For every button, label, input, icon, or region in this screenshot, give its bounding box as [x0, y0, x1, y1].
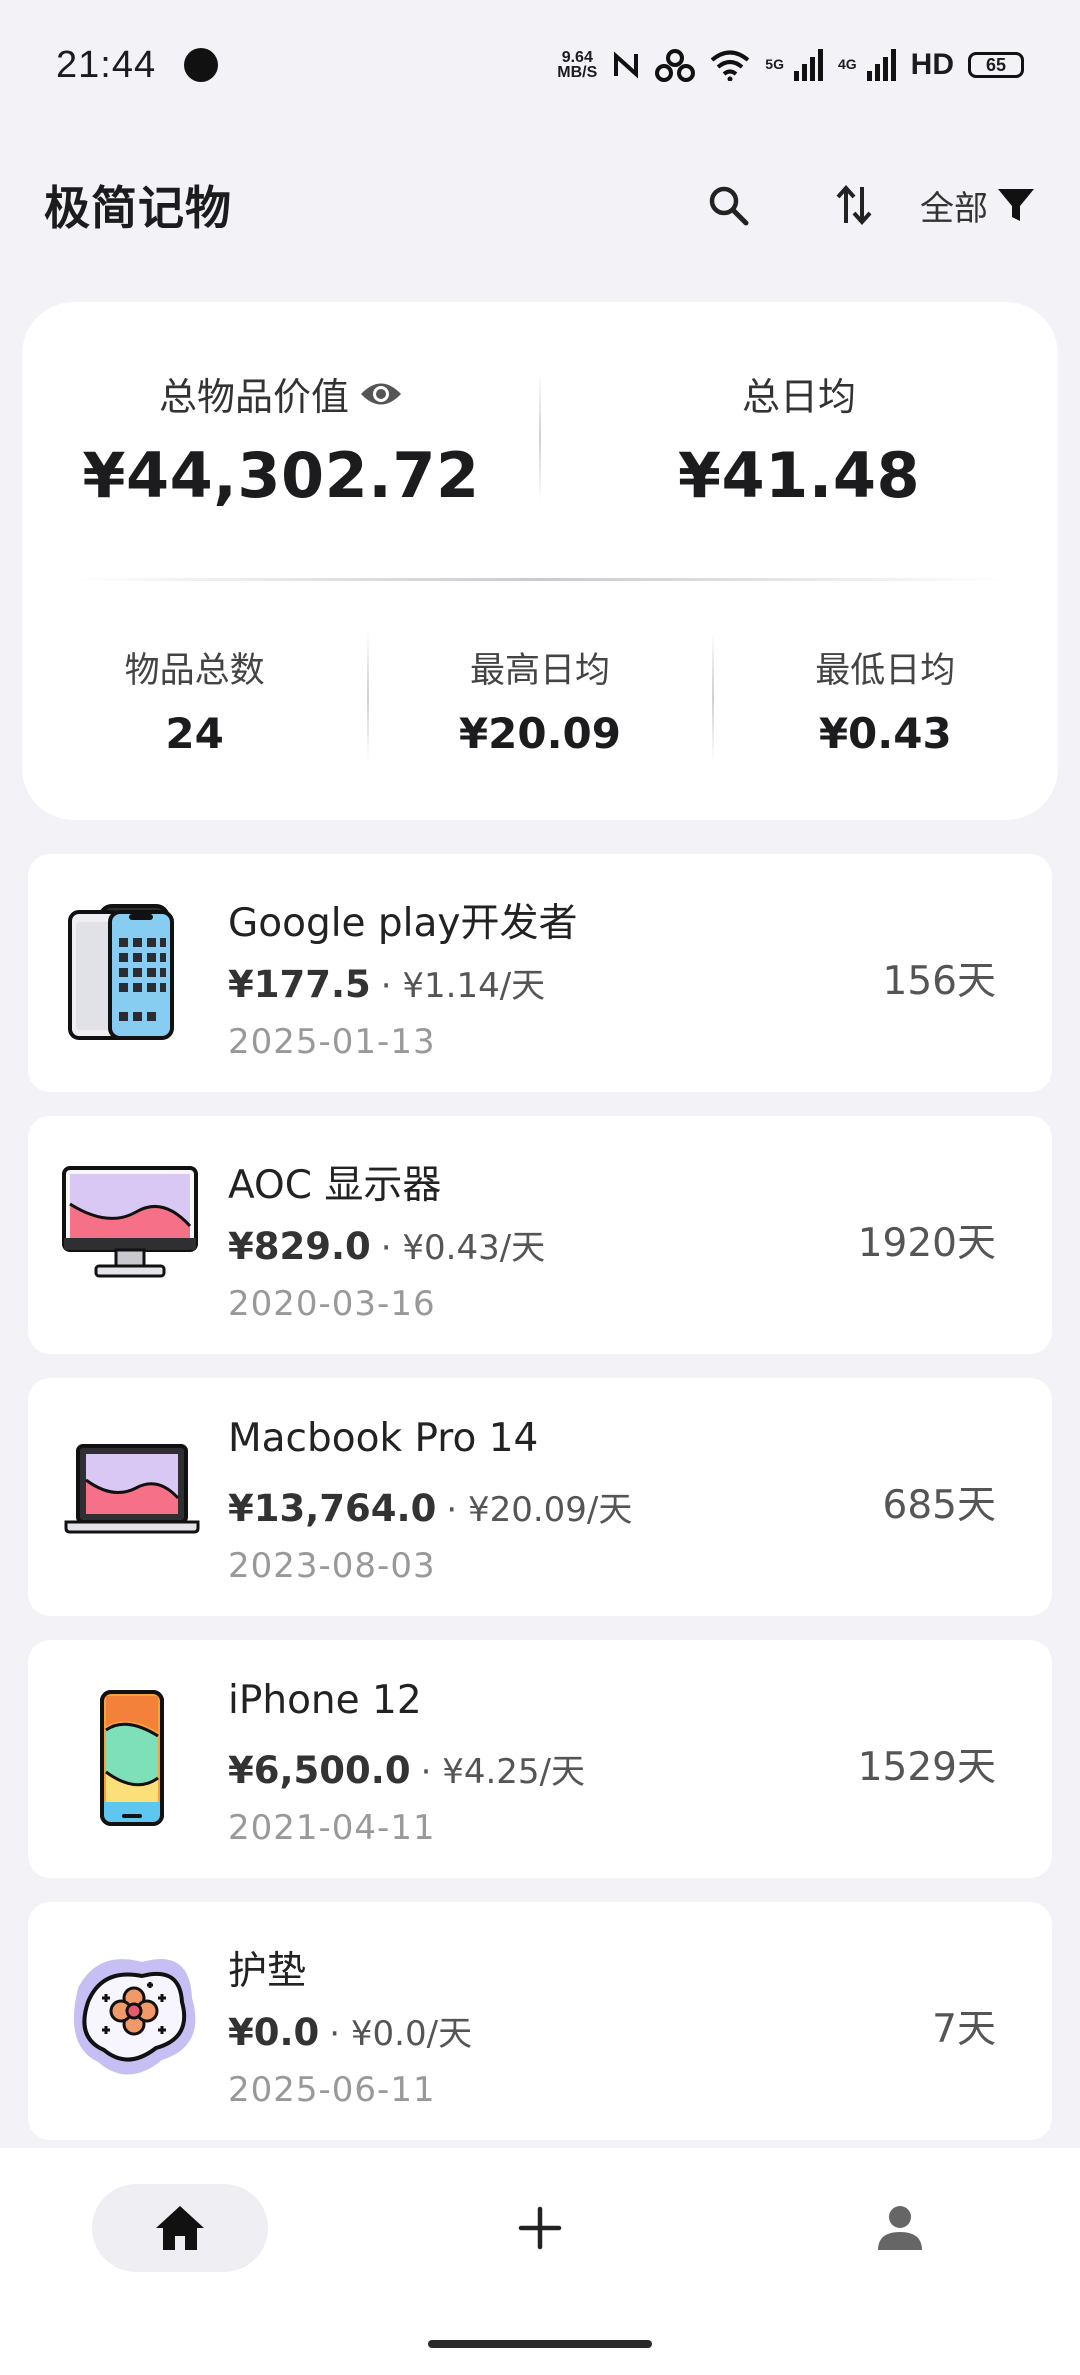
nav-home-button[interactable]	[92, 2184, 268, 2272]
count-value: 24	[165, 709, 224, 758]
item-days: 156天	[882, 959, 996, 1004]
signal-4g-icon	[866, 49, 896, 81]
total-value-block: 总物品价值 ¥44,302.72	[22, 366, 540, 512]
item-days: 7天	[932, 2007, 996, 2052]
item-date: 2025-06-11	[228, 2070, 436, 2110]
nav-add-button[interactable]	[500, 2184, 580, 2272]
list-item[interactable]: 护垫 ¥0.0 · ¥0.0/天 2025-06-11 7天	[28, 1902, 1052, 2140]
min-daily-block: 最低日均 ¥0.43	[713, 642, 1058, 758]
notification-dot-icon	[184, 48, 219, 82]
phone-icon	[56, 900, 206, 1050]
summary-card: 总物品价值 ¥44,302.72 总日均 ¥41.48 物品总数 24 最高日均…	[22, 302, 1058, 820]
max-daily-block: 最高日均 ¥20.09	[367, 642, 712, 758]
item-daily-cost: · ¥20.09/天	[446, 1490, 633, 1530]
pad-icon	[58, 1942, 208, 2092]
hd-badge: HD	[910, 48, 954, 81]
list-item[interactable]: Macbook Pro 14 ¥13,764.0 · ¥20.09/天 2023…	[28, 1378, 1052, 1616]
item-daily-cost: · ¥0.0/天	[329, 2014, 473, 2054]
max-daily-label: 最高日均	[469, 651, 610, 691]
item-name: iPhone 12	[228, 1678, 422, 1723]
battery-icon: 65	[968, 52, 1024, 78]
daily-avg-block: 总日均 ¥41.48	[540, 366, 1058, 512]
min-daily-label: 最低日均	[815, 651, 956, 691]
search-icon	[709, 186, 749, 226]
filter-label: 全部	[920, 188, 988, 229]
item-daily-cost: · ¥4.25/天	[420, 1752, 585, 1792]
laptop-icon	[58, 1418, 208, 1568]
app-bar: 极简记物 全部	[0, 150, 1080, 260]
status-time: 21:44	[56, 43, 157, 86]
item-days: 685天	[882, 1483, 996, 1528]
smartphone-icon	[56, 1686, 206, 1836]
eye-icon[interactable]	[359, 379, 403, 409]
item-date: 2023-08-03	[228, 1546, 436, 1586]
item-price: ¥829.0	[228, 1225, 371, 1268]
list-item[interactable]: Google play开发者 ¥177.5 · ¥1.14/天 2025-01-…	[28, 854, 1052, 1092]
home-indicator[interactable]	[428, 2340, 652, 2348]
count-label: 物品总数	[124, 651, 265, 691]
total-value-label: 总物品价值	[158, 375, 349, 419]
item-date: 2021-04-11	[228, 1808, 436, 1848]
item-name: 护垫	[228, 1949, 307, 1994]
max-daily-value: ¥20.09	[458, 709, 621, 758]
item-daily-cost: · ¥1.14/天	[380, 966, 546, 1006]
item-name: Google play开发者	[228, 901, 578, 946]
item-price: ¥13,764.0	[228, 1487, 437, 1530]
min-daily-value: ¥0.43	[818, 709, 952, 758]
status-bar: 21:44 9.64 MB/S 5G 4G HD 65	[0, 0, 1080, 130]
home-icon	[156, 2206, 204, 2250]
hotspot-icon	[655, 49, 696, 82]
signal-5g-icon	[793, 49, 823, 81]
item-daily-cost: · ¥0.43/天	[380, 1228, 546, 1268]
item-date: 2025-01-13	[228, 1022, 436, 1062]
sort-icon	[836, 184, 872, 226]
total-value: ¥44,302.72	[82, 439, 480, 512]
plus-icon	[518, 2206, 562, 2250]
nav-profile-button[interactable]	[860, 2184, 940, 2272]
item-name: AOC 显示器	[228, 1163, 442, 1208]
list-item[interactable]: AOC 显示器 ¥829.0 · ¥0.43/天 2020-03-16 1920…	[28, 1116, 1052, 1354]
item-price: ¥0.0	[228, 2011, 320, 2054]
list-item[interactable]: iPhone 12 ¥6,500.0 · ¥4.25/天 2021-04-11 …	[28, 1640, 1052, 1878]
item-days: 1920天	[857, 1221, 996, 1266]
sort-button[interactable]	[814, 165, 894, 245]
page-title: 极简记物	[44, 181, 232, 235]
monitor-icon	[58, 1156, 208, 1306]
item-price: ¥177.5	[228, 963, 371, 1006]
daily-avg-label: 总日均	[741, 375, 856, 419]
search-button[interactable]	[688, 165, 768, 245]
net-speed: 9.64 MB/S	[557, 49, 598, 81]
person-icon	[878, 2206, 922, 2250]
wifi-icon	[711, 50, 750, 81]
item-name: Macbook Pro 14	[228, 1416, 539, 1461]
filter-button[interactable]: 全部	[920, 181, 1036, 230]
daily-avg-value: ¥41.48	[677, 439, 921, 512]
bottom-nav	[0, 2148, 1080, 2375]
item-days: 1529天	[857, 1745, 996, 1790]
filter-icon	[998, 189, 1034, 221]
divider	[72, 578, 1008, 581]
nfc-icon	[614, 51, 639, 79]
count-block: 物品总数 24	[22, 642, 367, 758]
item-date: 2020-03-16	[228, 1284, 436, 1324]
item-price: ¥6,500.0	[228, 1749, 411, 1792]
